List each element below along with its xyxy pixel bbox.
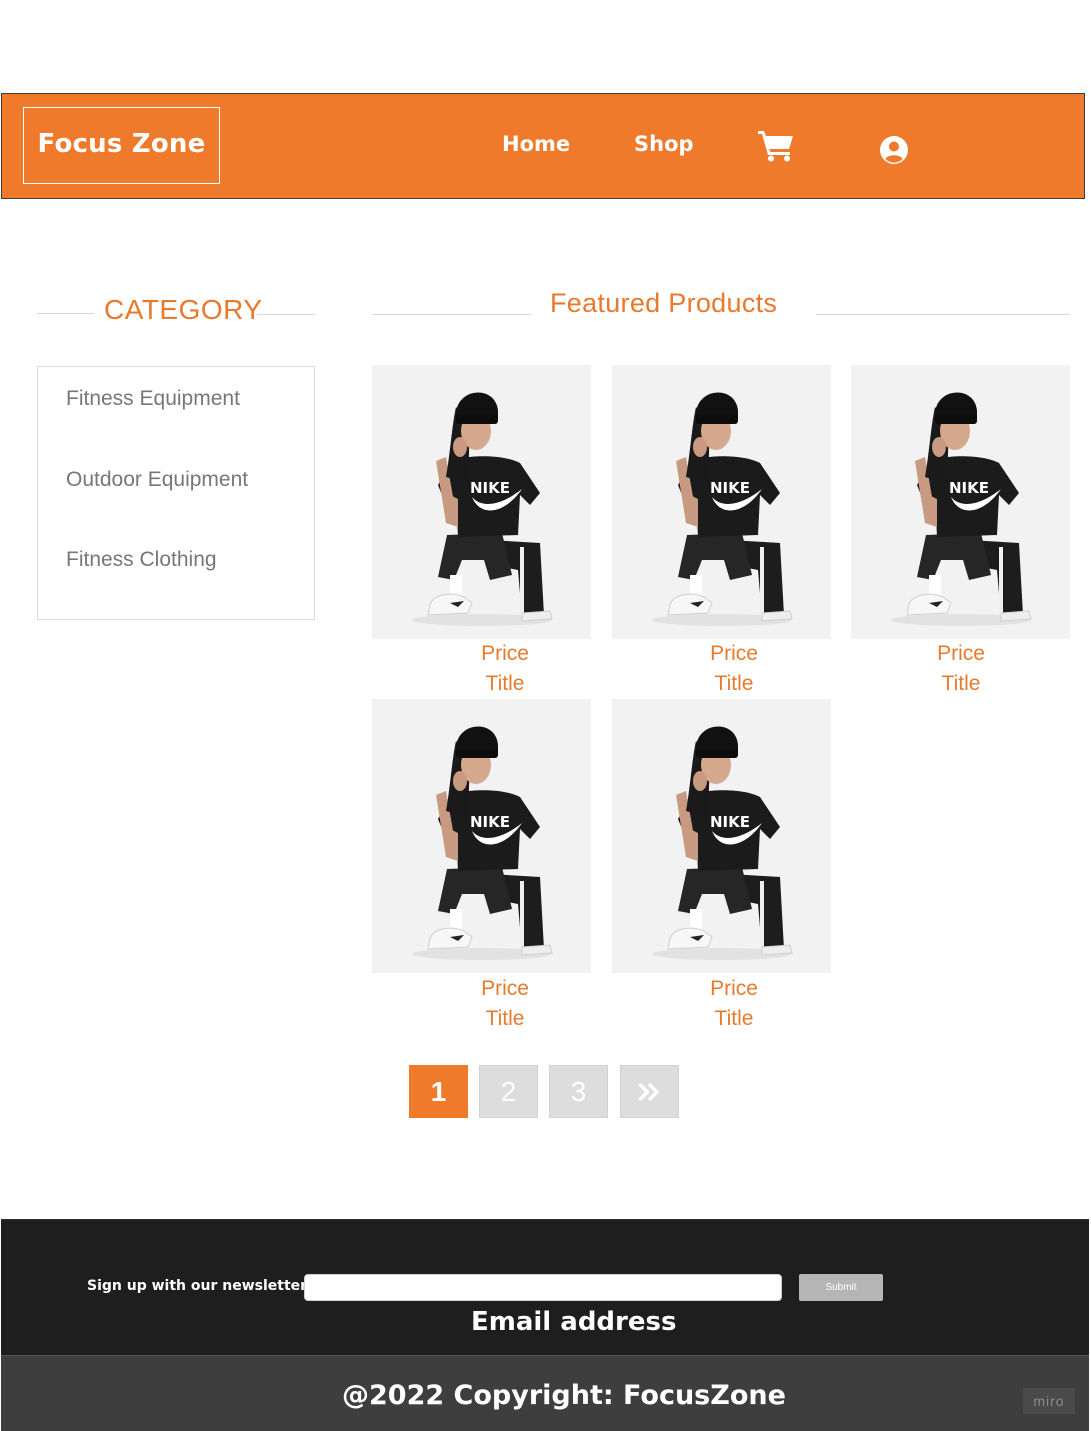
product-price: Price — [937, 642, 985, 665]
featured-heading-line-left — [372, 314, 531, 315]
category-heading-line-left — [37, 313, 94, 314]
miro-badge: miro — [1023, 1388, 1075, 1414]
email-address-label: Email address — [471, 1307, 677, 1337]
submit-button[interactable]: Submit — [799, 1274, 883, 1301]
site-header: Focus Zone Home Shop — [1, 93, 1085, 199]
product-price: Price — [710, 642, 758, 665]
page-button-1[interactable]: 1 — [409, 1065, 468, 1118]
user-account-icon[interactable] — [879, 135, 909, 165]
featured-heading-line-right — [816, 314, 1070, 315]
cart-icon[interactable] — [756, 128, 796, 162]
nav-shop-link[interactable]: Shop — [634, 132, 694, 156]
product-price: Price — [481, 977, 529, 1000]
category-heading: CATEGORY — [104, 294, 263, 325]
email-input[interactable] — [304, 1274, 782, 1301]
product-title[interactable]: Title — [445, 672, 565, 696]
next-page-button[interactable] — [620, 1065, 679, 1118]
category-list: Fitness Equipment Outdoor Equipment Fitn… — [37, 366, 315, 620]
product-price: Price — [710, 977, 758, 1000]
copyright-text: @2022 Copyright: FocusZone — [342, 1380, 786, 1411]
newsletter-label: Sign up with our newsletter — [87, 1278, 308, 1294]
featured-products-heading: Featured Products — [550, 288, 778, 318]
product-title[interactable]: Title — [674, 672, 794, 696]
double-chevron-right-icon — [637, 1076, 663, 1107]
category-item-fitness-equipment[interactable]: Fitness Equipment — [66, 387, 240, 411]
product-image[interactable] — [372, 699, 591, 973]
page-button-2[interactable]: 2 — [479, 1065, 538, 1118]
category-item-outdoor-equipment[interactable]: Outdoor Equipment — [66, 468, 248, 492]
product-image[interactable] — [612, 699, 831, 973]
product-title[interactable]: Title — [901, 672, 1021, 696]
product-image[interactable] — [612, 365, 831, 639]
product-image[interactable] — [851, 365, 1070, 639]
page-button-3[interactable]: 3 — [549, 1065, 608, 1118]
category-item-fitness-clothing[interactable]: Fitness Clothing — [66, 548, 217, 572]
copyright-footer: @2022 Copyright: FocusZone miro — [1, 1355, 1089, 1431]
product-title[interactable]: Title — [445, 1007, 565, 1031]
category-heading-line-right — [257, 314, 315, 315]
nav-home-link[interactable]: Home — [502, 132, 570, 156]
newsletter-footer: Sign up with our newsletter Submit Email… — [1, 1219, 1089, 1355]
site-logo[interactable]: Focus Zone — [23, 107, 220, 184]
product-image[interactable] — [372, 365, 591, 639]
product-title[interactable]: Title — [674, 1007, 794, 1031]
product-price: Price — [481, 642, 529, 665]
